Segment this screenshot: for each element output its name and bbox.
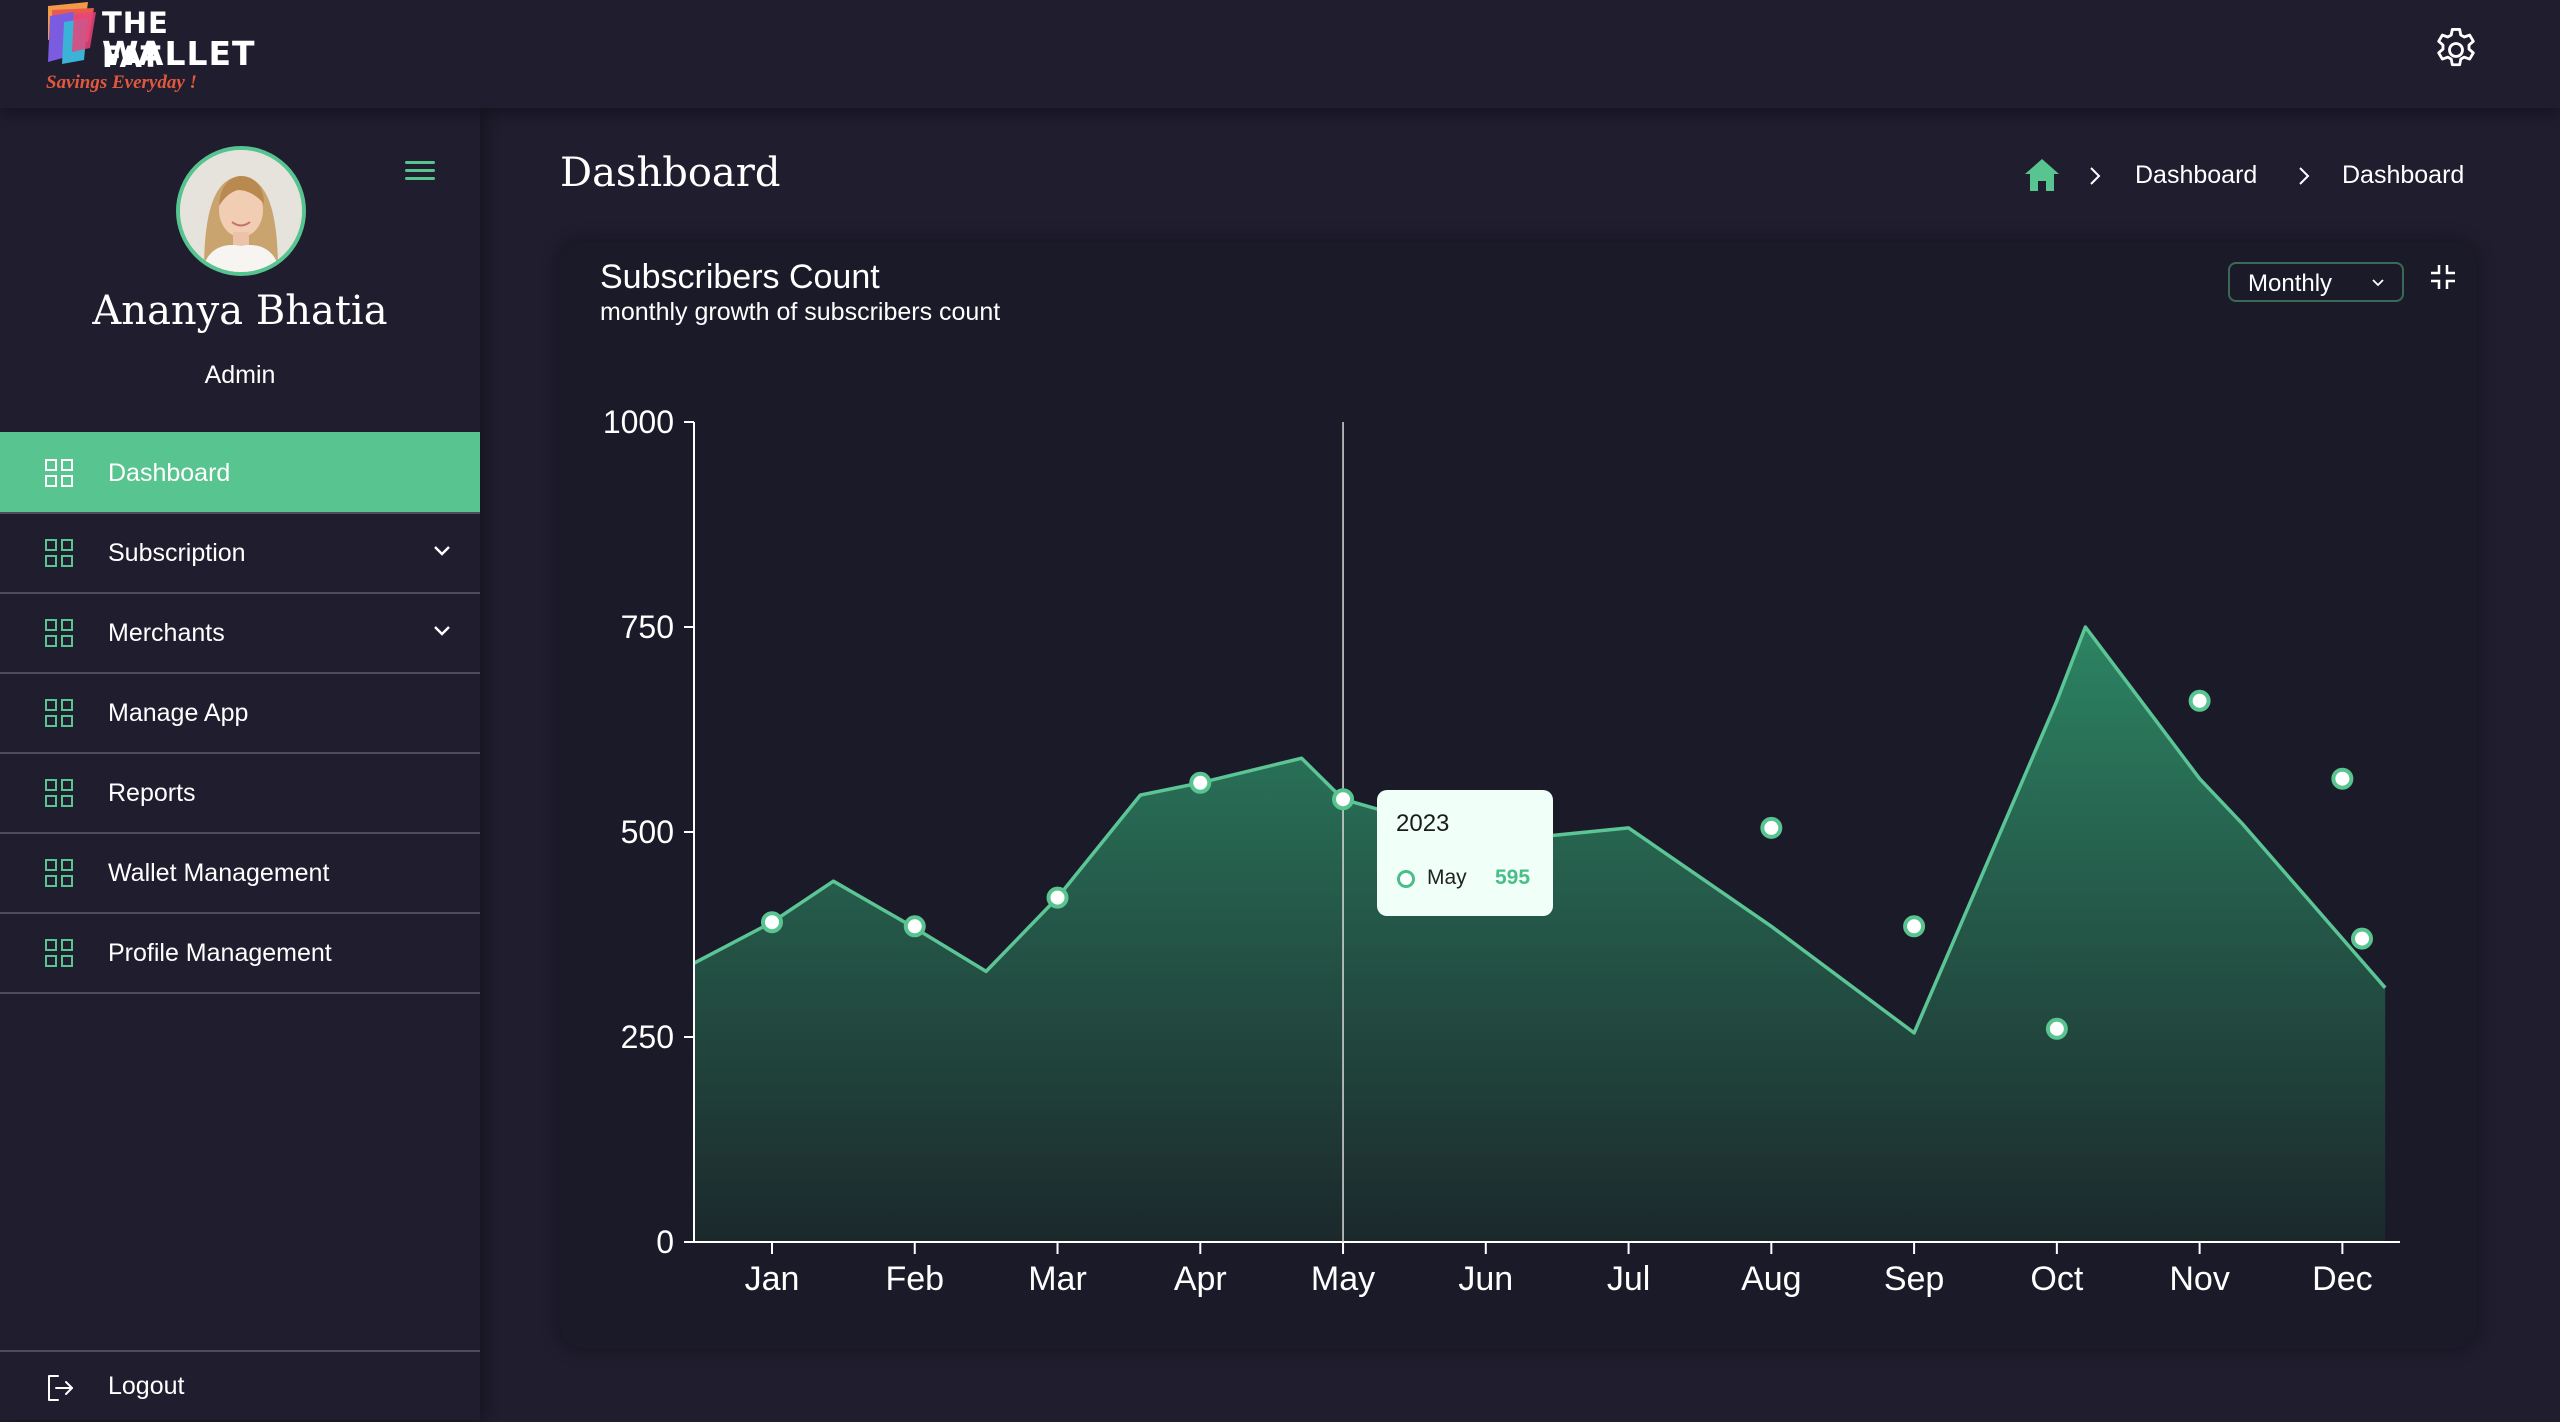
chevron-down-icon — [434, 626, 450, 636]
data-point-marker — [1760, 816, 1783, 839]
menu-toggle-button[interactable] — [402, 156, 438, 186]
x-tick-label: Aug — [1741, 1260, 1802, 1298]
sidebar-item-label: Merchants — [108, 618, 225, 647]
x-tick-label: Feb — [885, 1260, 944, 1298]
grid-icon — [45, 459, 73, 487]
x-tick-label: Mar — [1028, 1260, 1087, 1298]
y-tick-label: 0 — [656, 1224, 674, 1260]
grid-icon — [45, 859, 73, 887]
data-point-marker — [1903, 915, 1926, 938]
x-tick-label: Jun — [1458, 1260, 1513, 1298]
data-point-marker — [903, 915, 926, 938]
y-tick-label: 500 — [621, 814, 674, 850]
top-bar: THE FAT WALLET Savings Everyday ! — [0, 0, 2560, 108]
y-tick-label: 250 — [621, 1019, 674, 1055]
sidebar-item-manage-app[interactable]: Manage App — [0, 672, 480, 752]
hamburger-icon — [405, 161, 435, 180]
sidebar-item-reports[interactable]: Reports — [0, 752, 480, 832]
tooltip-series-marker — [1397, 870, 1415, 888]
sidebar-nav: Dashboard Subscription Merchants Manage … — [0, 432, 480, 994]
sidebar-item-subscription[interactable]: Subscription — [0, 512, 480, 592]
x-tick-label: Jul — [1607, 1260, 1650, 1298]
brand-tagline: Savings Everyday ! — [46, 72, 197, 93]
data-point-marker — [2188, 689, 2211, 712]
data-point-marker — [2045, 1017, 2068, 1040]
tooltip-value: 595 — [1495, 866, 1531, 889]
home-icon[interactable] — [2022, 155, 2062, 195]
sidebar-item-dashboard[interactable]: Dashboard — [0, 432, 480, 512]
sidebar-item-label: Dashboard — [108, 458, 231, 487]
grid-icon — [45, 779, 73, 807]
x-tick-label: Sep — [1884, 1260, 1945, 1298]
sidebar-item-label: Subscription — [108, 538, 246, 567]
subscribers-chart-card: Subscribers Count monthly growth of subs… — [560, 242, 2476, 1348]
sidebar-item-label: Wallet Management — [108, 858, 330, 887]
brand-name-line2: WALLET — [102, 34, 256, 73]
sidebar-item-wallet-management[interactable]: Wallet Management — [0, 832, 480, 912]
grid-icon — [45, 939, 73, 967]
chevron-right-icon — [2090, 167, 2101, 185]
grid-icon — [45, 539, 73, 567]
breadcrumb-link[interactable]: Dashboard — [2135, 161, 2257, 190]
brand-logo[interactable]: THE FAT WALLET Savings Everyday ! — [44, 2, 255, 98]
sidebar-item-profile-management[interactable]: Profile Management — [0, 912, 480, 994]
y-tick-label: 750 — [621, 609, 674, 645]
gear-icon — [2437, 28, 2475, 67]
x-tick-label: Dec — [2312, 1260, 2372, 1298]
chevron-down-icon — [434, 546, 450, 556]
page-title: Dashboard — [560, 150, 781, 196]
data-point-marker — [1046, 886, 1069, 909]
chevron-right-icon — [2299, 167, 2310, 185]
avatar[interactable] — [176, 146, 306, 276]
data-point-marker — [2331, 767, 2354, 790]
breadcrumb-current: Dashboard — [2342, 161, 2465, 189]
sidebar-item-label: Manage App — [108, 698, 249, 727]
tooltip-year: 2023 — [1396, 810, 1450, 837]
x-tick-label: May — [1311, 1260, 1375, 1298]
logout-label: Logout — [108, 1372, 185, 1400]
grid-icon — [45, 619, 73, 647]
sidebar: Ananya Bhatia Admin Dashboard Subscripti… — [0, 108, 480, 1420]
tooltip-month: May — [1427, 866, 1467, 889]
data-point-marker — [2351, 927, 2373, 950]
x-tick-label: Oct — [2030, 1260, 2083, 1298]
data-point-marker — [1332, 788, 1355, 811]
grid-icon — [45, 699, 73, 727]
user-name: Ananya Bhatia — [92, 288, 388, 334]
logo-mark-icon — [48, 2, 96, 64]
y-tick-label: 1000 — [603, 404, 674, 440]
logout-button[interactable]: Logout — [0, 1350, 480, 1422]
sidebar-item-merchants[interactable]: Merchants — [0, 592, 480, 672]
user-photo — [180, 150, 302, 272]
data-point-marker — [761, 911, 783, 934]
x-tick-label: Nov — [2169, 1260, 2229, 1298]
sidebar-item-label: Reports — [108, 778, 196, 807]
settings-button[interactable] — [2430, 24, 2482, 76]
user-role: Admin — [204, 361, 276, 389]
data-point-marker — [1189, 771, 1212, 794]
series-area — [694, 627, 2386, 1242]
logout-icon — [48, 1375, 73, 1401]
x-tick-label: Jan — [745, 1260, 800, 1298]
chart-tooltip: 2023 May 595 — [1377, 790, 1553, 916]
sidebar-item-label: Profile Management — [108, 938, 332, 967]
x-tick-label: Apr — [1174, 1260, 1227, 1298]
